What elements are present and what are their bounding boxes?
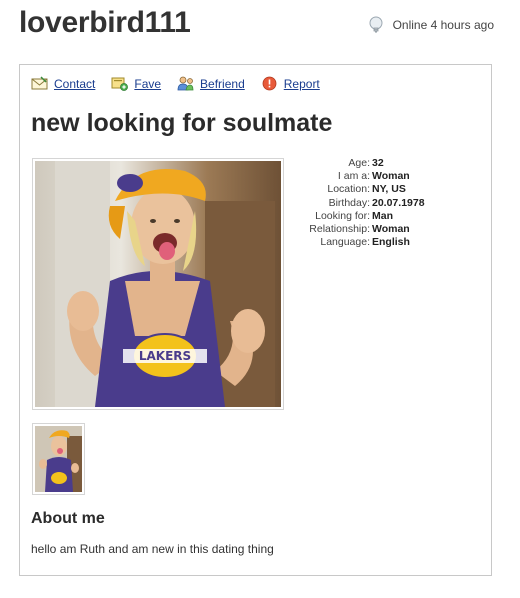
detail-row-birthday: Birthday: 20.07.1978 — [288, 197, 425, 210]
thumbnail-image — [35, 426, 82, 492]
detail-label: Birthday: — [328, 196, 370, 209]
detail-row-language: Language: English — [288, 236, 425, 249]
detail-value: Man — [372, 209, 393, 222]
svg-text:LAKERS: LAKERS — [139, 349, 191, 363]
fave-link-label: Fave — [134, 76, 162, 91]
befriend-link-label: Befriend — [200, 76, 245, 91]
warning-icon — [262, 76, 277, 91]
profile-details: Age: 32 I am a: Woman Location: NY, US B… — [288, 157, 425, 249]
detail-label: Language: — [320, 236, 370, 249]
detail-row-looking-for: Looking for: Man — [288, 210, 425, 223]
detail-value: Woman — [372, 223, 410, 236]
detail-value: English — [372, 236, 410, 249]
profile-username: loverbird111 — [19, 6, 191, 39]
detail-value: 20.07.1978 — [372, 196, 425, 209]
detail-label: I am a: — [337, 170, 370, 183]
report-link-label: Report — [283, 76, 320, 91]
fave-link[interactable]: Fave — [111, 76, 161, 91]
online-status-text: Online 4 hours ago — [392, 18, 494, 32]
profile-headline: new looking for soulmate — [31, 109, 333, 137]
detail-row-location: Location: NY, US — [288, 183, 425, 196]
contact-link[interactable]: Contact — [31, 76, 95, 91]
detail-row-relationship: Relationship: Woman — [288, 223, 425, 236]
envelope-icon — [31, 76, 48, 90]
profile-card: Contact Fave Befriend Report new looking… — [19, 64, 492, 576]
report-link[interactable]: Report — [261, 76, 320, 91]
detail-value: Woman — [372, 170, 410, 183]
detail-label: Looking for: — [315, 209, 370, 222]
detail-row-gender: I am a: Woman — [288, 170, 425, 183]
profile-photo-image: LAKERS — [35, 161, 281, 407]
detail-label: Location: — [327, 183, 370, 196]
main-profile-photo[interactable]: LAKERS — [32, 158, 284, 410]
profile-details-table: Age: 32 I am a: Woman Location: NY, US B… — [288, 157, 425, 249]
about-me-text: hello am Ruth and am new in this dating … — [31, 542, 274, 556]
about-me-heading: About me — [31, 510, 105, 527]
detail-label: Age: — [348, 157, 370, 169]
detail-value: 32 — [372, 157, 384, 169]
add-friend-icon — [177, 76, 194, 91]
lightbulb-icon — [369, 16, 383, 33]
contact-link-label: Contact — [54, 76, 96, 91]
detail-value: NY, US — [372, 183, 406, 196]
online-status: Online 4 hours ago — [369, 16, 494, 34]
detail-label: Relationship: — [309, 223, 370, 236]
profile-actions: Contact Fave Befriend Report — [31, 76, 320, 91]
fave-icon — [111, 77, 129, 91]
photo-thumbnail[interactable] — [32, 423, 85, 495]
befriend-link[interactable]: Befriend — [177, 76, 245, 91]
detail-row-age: Age: 32 — [288, 157, 425, 170]
